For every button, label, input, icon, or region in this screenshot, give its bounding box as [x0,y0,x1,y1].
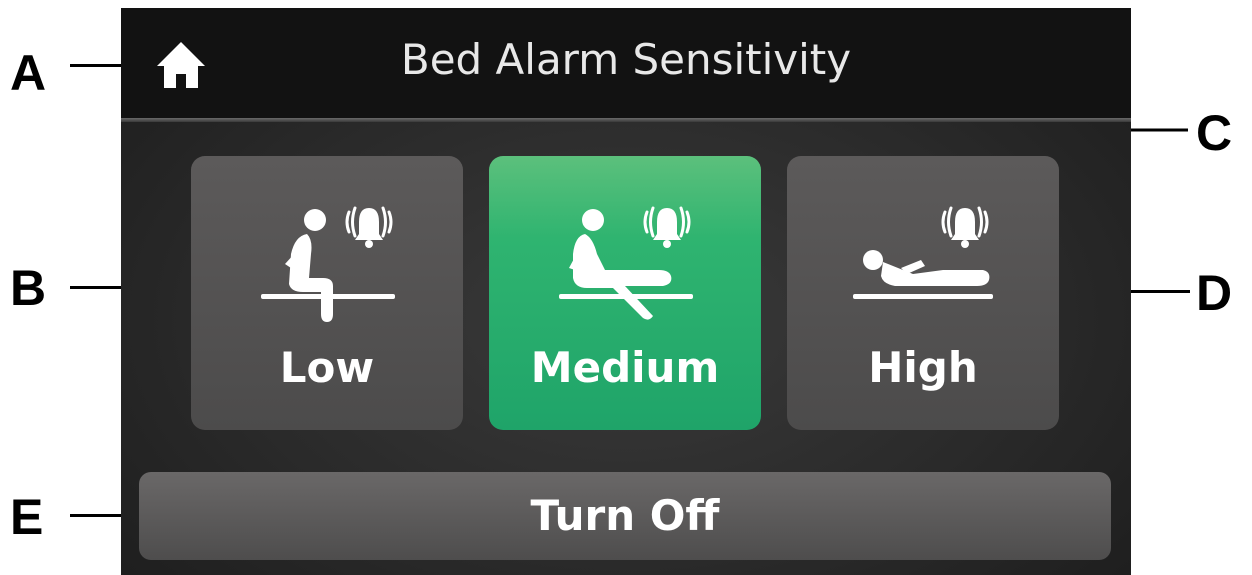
callout-c: C [1196,105,1233,161]
callout-b: B [10,260,47,316]
option-medium-label: Medium [530,343,720,392]
header-bar: Bed Alarm Sensitivity [121,8,1131,118]
option-low-label: Low [279,343,375,392]
bed-alarm-screen: Bed Alarm Sensitivity Low Medium High Tu… [121,8,1131,575]
callout-a: A [10,45,47,101]
turn-off-label: Turn Off [530,491,720,540]
callout-d: D [1196,265,1233,321]
patient-lying-alarm-icon [853,206,993,299]
callout-e: E [10,489,44,545]
patient-sitting-up-alarm-icon [559,206,693,320]
option-medium-button[interactable]: Medium [489,156,761,430]
header-divider [121,118,1131,122]
turn-off-button[interactable]: Turn Off [139,472,1111,560]
option-high-button[interactable]: High [787,156,1059,430]
option-high-label: High [868,343,978,392]
option-low-button[interactable]: Low [191,156,463,430]
page-title: Bed Alarm Sensitivity [400,35,852,84]
patient-sitting-edge-alarm-icon [261,206,395,322]
